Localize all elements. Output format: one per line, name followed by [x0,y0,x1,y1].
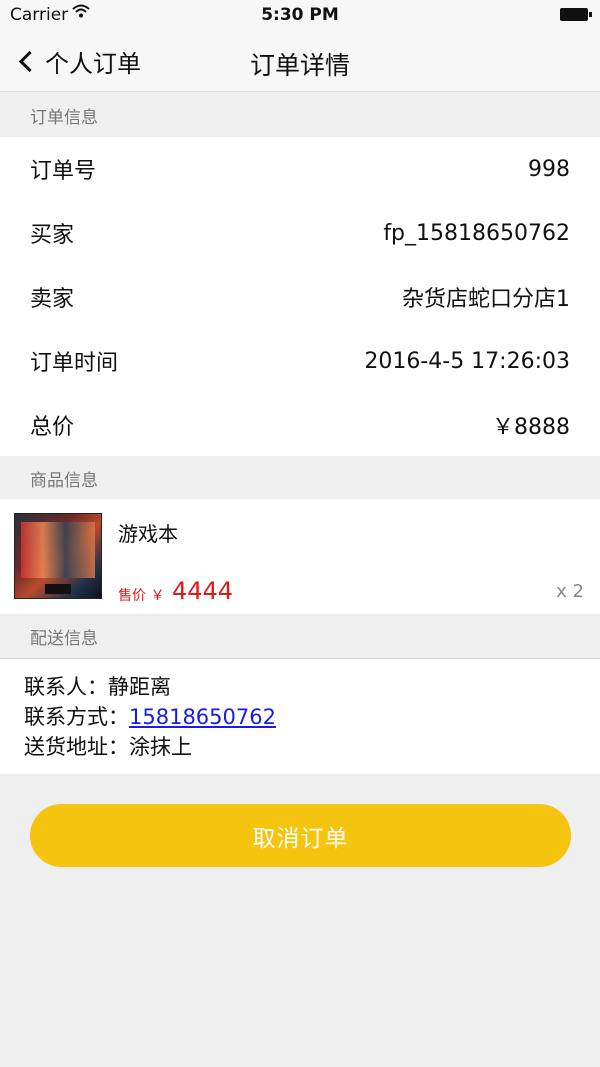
product-item[interactable]: 游戏本 售价 ￥ 4444 x 2 [0,499,600,614]
price-label: 售价 ￥ [118,588,165,604]
product-price: 4444 [172,577,234,605]
buyer-row: 买家 fp_15818650762 [0,201,600,265]
cancel-order-button[interactable]: 取消订单 [30,804,571,867]
product-quantity: x 2 [556,581,584,602]
order-number-value: 998 [528,156,570,182]
address-value: 涂抹上 [129,735,192,759]
order-time-value: 2016-4-5 17:26:03 [364,348,570,374]
contact-value: 静距离 [108,675,171,699]
address-line: 送货地址： 涂抹上 [24,732,600,762]
clock: 5:30 PM [261,5,339,25]
seller-value: 杂货店蛇口分店1 [402,287,570,312]
status-bar: Carrier 5:30 PM [0,0,600,30]
phone-link[interactable]: 15818650762 [129,702,276,732]
seller-row: 卖家 杂货店蛇口分店1 [0,265,600,329]
seller-label: 卖家 [30,287,75,312]
laptop-stand-image [45,584,71,594]
laptop-screen-image [21,522,95,578]
total-price-label: 总价 [30,415,75,440]
address-label: 送货地址： [24,735,129,759]
order-time-row: 订单时间 2016-4-5 17:26:03 [0,329,600,393]
order-number-label: 订单号 [30,159,97,184]
delivery-info-header: 配送信息 [0,614,600,658]
buyer-label: 买家 [30,223,75,248]
contact-line: 联系人： 静距离 [24,672,600,702]
total-price-value: ￥8888 [492,415,570,440]
order-info-header: 订单信息 [0,93,600,137]
page-title: 订单详情 [249,51,350,80]
order-time-label: 订单时间 [30,351,119,376]
phone-label: 联系方式： [24,705,129,729]
delivery-info: 联系人： 静距离 联系方式： 15818650762 送货地址： 涂抹上 [0,658,600,774]
contact-label: 联系人： [24,675,108,699]
order-info-list: 订单号 998 买家 fp_15818650762 卖家 杂货店蛇口分店1 订单… [0,137,600,457]
product-info-header: 商品信息 [0,456,600,500]
total-price-row: 总价 ￥8888 [0,393,600,457]
order-number-row: 订单号 998 [0,137,600,201]
phone-line: 联系方式： 15818650762 [24,702,600,732]
product-name: 游戏本 [118,522,178,546]
navigation-bar: 个人订单 订单详情 [0,30,600,92]
buyer-value: fp_15818650762 [383,220,570,246]
battery-icon [560,8,592,21]
product-thumbnail [14,513,102,599]
